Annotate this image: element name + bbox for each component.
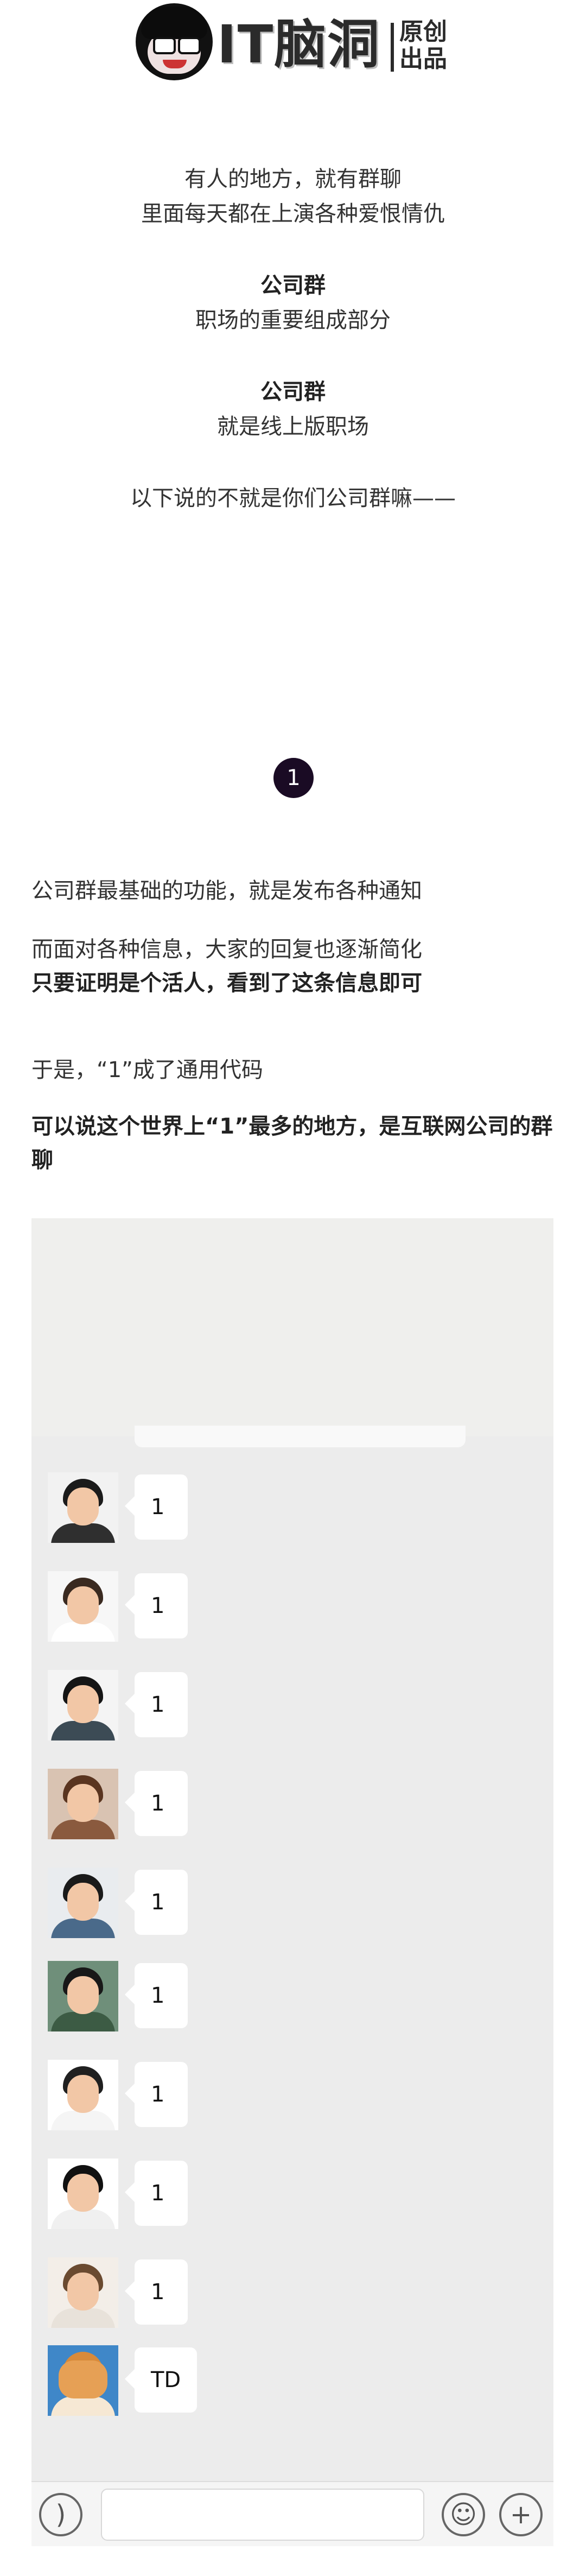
paragraph-4: 于是，“1”成了通用代码 <box>31 1058 263 1083</box>
plus-icon[interactable]: + <box>499 2493 543 2536</box>
chat-top-area <box>31 1218 553 1436</box>
group-chat-screenshot: 1 1 1 1 1 1 1 1 1 TD ) ☺ + <box>31 1218 553 2546</box>
intro-line-2: 里面每天都在上演各种爱恨情仇 <box>141 201 445 226</box>
logo-divider <box>391 23 394 72</box>
intro-line-3: 职场的重要组成部分 <box>195 308 391 333</box>
paragraph-2: 而面对各种信息，大家的回复也逐渐简化 <box>31 937 422 962</box>
message-bubble[interactable]: 1 <box>125 1771 188 1836</box>
man-brown-hair-avatar[interactable] <box>48 2257 118 2328</box>
man-smiling-avatar[interactable] <box>48 1868 118 1938</box>
chat-input-bar: ) ☺ + <box>31 2481 553 2546</box>
intro-line-4: 就是线上版职场 <box>217 414 369 439</box>
intro-line-5: 以下说的不就是你们公司群嘛—— <box>130 486 456 511</box>
logo-face-icon <box>136 3 213 80</box>
message-bubble[interactable]: 1 <box>125 1573 188 1638</box>
man-glasses-white-shirt-avatar[interactable] <box>48 2060 118 2130</box>
voice-icon[interactable]: ) <box>39 2493 82 2536</box>
logo-subtitle: 原创出品 <box>399 18 447 73</box>
emoji-icon[interactable]: ☺ <box>442 2493 485 2536</box>
logo-title: IT脑洞 <box>217 14 381 75</box>
man-red-collar-avatar[interactable] <box>48 1472 118 1543</box>
chat-preview-strip <box>135 1426 466 1447</box>
message-input[interactable] <box>101 2489 424 2541</box>
woman-curly-hair-avatar[interactable] <box>48 1769 118 1839</box>
intro-line-1: 有人的地方，就有群聊 <box>184 167 402 192</box>
chat-message: 1 <box>48 2060 536 2130</box>
chat-message: 1 <box>48 1472 536 1543</box>
chat-message: 1 <box>48 2159 536 2229</box>
message-bubble[interactable]: 1 <box>125 2062 188 2127</box>
chat-message: 1 <box>48 2257 536 2328</box>
man-glasses-avatar[interactable] <box>48 1961 118 2031</box>
shiba-dog-avatar[interactable] <box>48 2345 118 2416</box>
chat-message: 1 <box>48 1571 536 1642</box>
chat-message: TD <box>48 2345 536 2416</box>
chat-message: 1 <box>48 1670 536 1740</box>
chat-message: 1 <box>48 1769 536 1839</box>
message-bubble[interactable]: TD <box>124 2347 198 2413</box>
paragraph-3: 只要证明是个活人，看到了这条信息即可 <box>31 971 422 996</box>
chat-message: 1 <box>48 1961 536 2031</box>
paragraph-1: 公司群最基础的功能，就是发布各种通知 <box>31 878 422 903</box>
chat-message: 1 <box>48 1868 536 1938</box>
woman-long-hair-avatar[interactable] <box>48 1571 118 1642</box>
message-bubble[interactable]: 1 <box>125 1963 188 2028</box>
brand-logo: IT脑洞 原创出品 <box>136 1 450 83</box>
intro-heading-1: 公司群 <box>260 273 326 298</box>
message-bubble[interactable]: 1 <box>125 1672 188 1737</box>
message-bubble[interactable]: 1 <box>125 1870 188 1935</box>
woman-peace-sign-avatar[interactable] <box>48 2159 118 2229</box>
paragraph-5: 可以说这个世界上“1”最多的地方，是互联网公司的群聊 <box>31 1114 553 1173</box>
message-bubble[interactable]: 1 <box>125 2259 188 2325</box>
man-dark-shirt-avatar[interactable] <box>48 1670 118 1740</box>
section-number-badge: 1 <box>273 758 314 798</box>
message-bubble[interactable]: 1 <box>125 2161 188 2226</box>
intro-heading-2: 公司群 <box>260 379 326 404</box>
message-bubble[interactable]: 1 <box>125 1474 188 1540</box>
